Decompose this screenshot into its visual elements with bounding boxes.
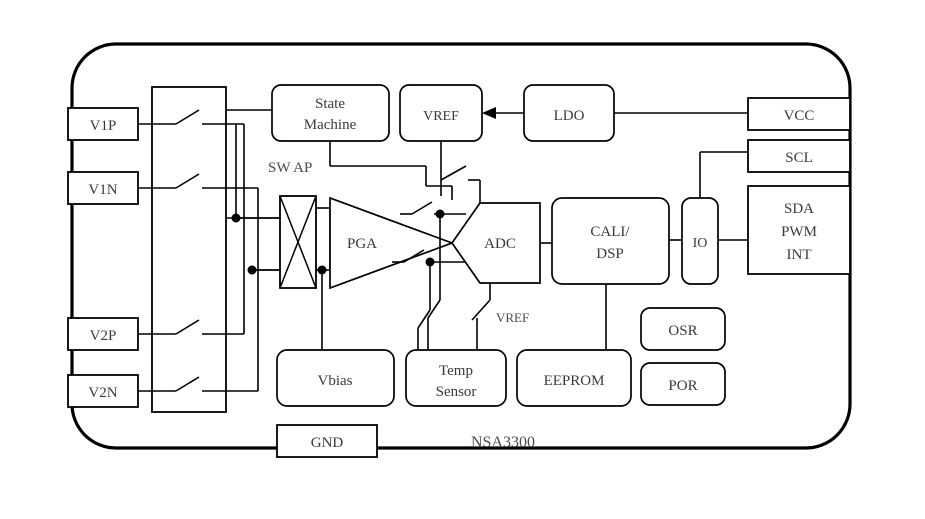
mux-block: [151, 86, 227, 413]
io-label: IO: [693, 236, 708, 251]
temp-sensor-label-line1: Temp: [439, 363, 473, 379]
output-pin-pwm-label: PWM: [781, 224, 817, 240]
output-pin-scl: SCL: [747, 139, 851, 173]
osr-label: OSR: [668, 323, 697, 339]
vref-label: VREF: [423, 109, 459, 124]
input-pin-v2n: V2N: [67, 374, 139, 408]
ground-pin-label: GND: [311, 435, 344, 451]
ldo-block: LDO: [523, 84, 615, 142]
ground-pin-gnd: GND: [276, 424, 378, 458]
vbias-block: Vbias: [276, 349, 395, 407]
input-pin-v1p-label: V1P: [90, 118, 117, 134]
temp-sensor-label-line2: Sensor: [436, 384, 477, 400]
nsa3300-block-diagram: V1P V1N V2P V2N MUX: [67, 42, 852, 458]
input-pin-v2p: V2P: [67, 317, 139, 351]
output-pin-vcc: VCC: [747, 97, 851, 131]
block-diagram-canvas: V1P V1N V2P V2N MUX: [0, 0, 925, 519]
cali-dsp-label-line2: DSP: [596, 246, 624, 262]
cali-dsp-label-line1: CALI/: [590, 224, 630, 240]
output-pin-sda-pwm-int: SDA PWM INT: [747, 185, 851, 275]
osr-block: OSR: [640, 307, 726, 351]
adc-label: ADC: [484, 236, 516, 252]
input-pin-v1n: V1N: [67, 171, 139, 205]
input-pin-v2p-label: V2P: [90, 328, 117, 344]
input-pin-v2n-label: V2N: [88, 385, 117, 401]
input-pin-v1n-label: V1N: [88, 182, 117, 198]
output-pin-int-label: INT: [787, 247, 812, 263]
eeprom-label: EEPROM: [544, 373, 605, 389]
output-pin-scl-label: SCL: [785, 150, 813, 166]
temp-sensor-block: Temp Sensor: [405, 349, 507, 407]
cali-dsp-block: CALI/ DSP: [551, 197, 670, 285]
swap-block: [279, 195, 317, 289]
state-machine-label-line2: Machine: [304, 117, 357, 133]
state-machine-block: State Machine: [271, 84, 390, 142]
input-pin-v1p: V1P: [67, 107, 139, 141]
por-block: POR: [640, 362, 726, 406]
pga-label: PGA: [347, 236, 377, 252]
eeprom-block: EEPROM: [516, 349, 632, 407]
ldo-label: LDO: [554, 108, 585, 124]
swap-label: SW AP: [268, 160, 312, 176]
output-pin-sda-label: SDA: [784, 201, 814, 217]
io-block: IO: [681, 197, 719, 285]
chip-name-label: NSA3300: [471, 434, 535, 451]
por-label: POR: [668, 378, 697, 394]
vref-switch-annotation: VREF: [496, 310, 529, 325]
state-machine-label-line1: State: [315, 96, 345, 112]
output-pin-vcc-label: VCC: [784, 108, 815, 124]
vref-block: VREF: [399, 84, 483, 142]
vbias-label: Vbias: [318, 373, 353, 389]
